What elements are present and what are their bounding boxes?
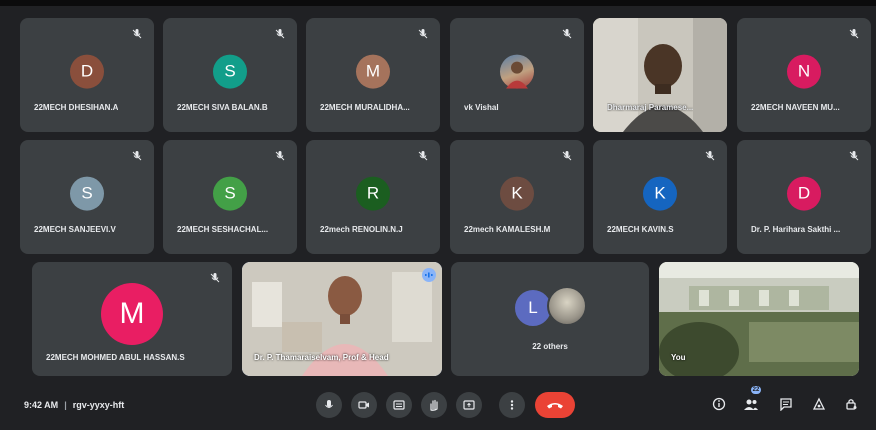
participant-name: 22MECH SESHACHAL... (177, 225, 269, 234)
mic-off-icon (274, 149, 286, 161)
participant-tile[interactable]: S 22MECH SESHACHAL... (163, 140, 297, 254)
avatar: S (70, 176, 104, 211)
camera-icon (358, 401, 369, 409)
participant-name: 22MECH MOHMED ABUL HASSAN.S (46, 353, 185, 362)
mic-off-icon (561, 149, 573, 161)
meeting-code[interactable]: rgv-yyxy-hft (73, 400, 125, 410)
participant-name: Dharmaraj Paramese... (607, 103, 694, 112)
meeting-time: 9:42 AM (24, 400, 59, 410)
avatar: S (213, 176, 247, 211)
others-tile[interactable]: L 22 others (451, 262, 649, 376)
avatar: S (213, 54, 247, 89)
end-call-icon (547, 403, 563, 409)
mic-off-icon (848, 149, 860, 161)
leave-call-button[interactable] (535, 392, 575, 418)
present-button[interactable] (456, 392, 482, 418)
participant-name: 22mech KAMALESH.M (464, 225, 551, 234)
participant-name: 22MECH NAVEEN MU... (751, 103, 840, 112)
activities-icon (812, 397, 826, 410)
participant-video (593, 18, 727, 132)
raise-hand-icon (430, 399, 438, 411)
participant-tile[interactable]: M 22MECH MURALIDHA... (306, 18, 440, 132)
participant-tile[interactable]: K 22mech KAMALESH.M (450, 140, 584, 254)
participant-tile[interactable]: K 22MECH KAVIN.S (593, 140, 727, 254)
raise-hand-button[interactable] (421, 392, 447, 418)
participant-tile[interactable]: N 22MECH NAVEEN MU... (737, 18, 871, 132)
chat-icon (780, 398, 792, 411)
avatar: M (101, 283, 163, 346)
host-controls-button[interactable] (841, 394, 861, 414)
chat-button[interactable] (776, 394, 796, 414)
participant-name: vk Vishal (464, 103, 499, 112)
present-icon (463, 400, 475, 410)
mic-off-icon (704, 149, 716, 161)
more-options-icon (510, 400, 514, 410)
presenter-name: Dr. P. Thamaraiselvam, Prof & Head (254, 353, 389, 362)
participant-name: 22mech RENOLIN.N.J (320, 225, 403, 234)
mic-off-icon (417, 27, 429, 39)
participant-tile-video[interactable]: Dharmaraj Paramese... (593, 18, 727, 132)
participant-name: 22MECH MURALIDHA... (320, 103, 410, 112)
host-controls-icon (846, 399, 857, 410)
captions-icon (393, 400, 405, 410)
others-count-label: 22 others (532, 342, 568, 351)
participant-tile[interactable]: vk Vishal (450, 18, 584, 132)
mic-off-icon (561, 27, 573, 39)
participant-name: 22MECH SIVA BALAN.B (177, 103, 268, 112)
self-view-name: You (671, 353, 686, 362)
participant-tile[interactable]: M 22MECH MOHMED ABUL HASSAN.S (32, 262, 232, 376)
meeting-info: 9:42 AM | rgv-yyxy-hft (24, 400, 124, 410)
info-icon (712, 397, 726, 411)
participants-count-badge: 22 (751, 386, 761, 394)
camera-button[interactable] (351, 392, 377, 418)
avatar: M (356, 54, 390, 89)
participant-name: 22MECH SANJEEVI.V (34, 225, 116, 234)
avatar: K (500, 176, 534, 211)
participant-name: Dr. P. Harihara Sakthi ... (751, 225, 841, 234)
participant-tile[interactable]: S 22MECH SIVA BALAN.B (163, 18, 297, 132)
self-view-video (659, 262, 859, 376)
people-button[interactable] (741, 394, 761, 414)
others-avatar-photo (547, 286, 587, 326)
avatar: N (787, 54, 821, 89)
participant-name: 22MECH DHESIHAN.A (34, 103, 119, 112)
participant-tile[interactable]: D 22MECH DHESIHAN.A (20, 18, 154, 132)
participant-tile[interactable]: D Dr. P. Harihara Sakthi ... (737, 140, 871, 254)
mic-off-icon (417, 149, 429, 161)
people-icon (744, 399, 758, 410)
avatar: R (356, 176, 390, 211)
participant-name: 22MECH KAVIN.S (607, 225, 674, 234)
participant-tile[interactable]: S 22MECH SANJEEVI.V (20, 140, 154, 254)
window-top-edge (0, 0, 876, 6)
mic-off-icon (274, 27, 286, 39)
mic-off-icon (131, 149, 143, 161)
mic-off-icon (209, 271, 221, 283)
avatar: D (70, 54, 104, 89)
avatar-photo (500, 54, 534, 89)
mic-icon (325, 400, 333, 408)
activities-button[interactable] (809, 394, 829, 414)
avatar: D (787, 176, 821, 211)
mic-button[interactable] (316, 392, 342, 418)
mic-off-icon (131, 27, 143, 39)
captions-button[interactable] (386, 392, 412, 418)
avatar: K (643, 176, 677, 211)
more-options-button[interactable] (499, 392, 525, 418)
participant-tile[interactable]: R 22mech RENOLIN.N.J (306, 140, 440, 254)
self-view-tile[interactable]: You (659, 262, 859, 376)
presenter-tile[interactable]: Dr. P. Thamaraiselvam, Prof & Head (242, 262, 442, 376)
divider: | (64, 400, 67, 410)
active-speaker-icon (422, 268, 436, 282)
meeting-details-button[interactable] (709, 394, 729, 414)
mic-off-icon (848, 27, 860, 39)
